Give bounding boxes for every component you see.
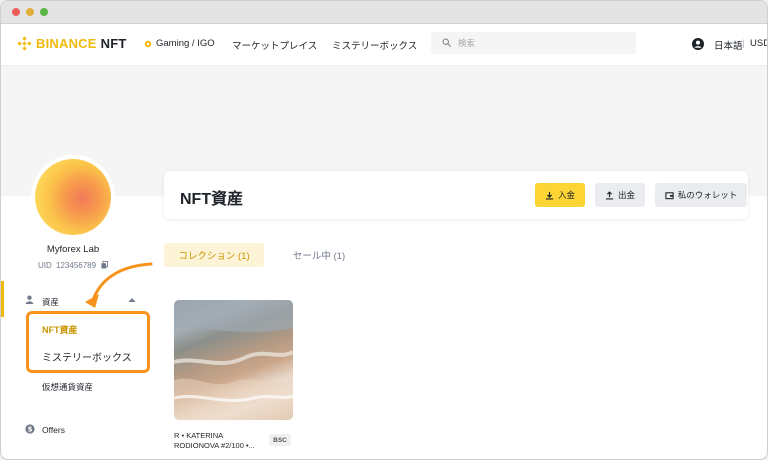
top-navbar: BINANCE NFT Gaming / IGO マーケットプレイス ミステリー… (1, 24, 767, 66)
my-wallet-button[interactable]: 私のウォレット (655, 183, 747, 207)
nav-gaming-label: Gaming / IGO (156, 38, 215, 49)
deposit-label: 入金 (557, 190, 575, 200)
game-icon (144, 40, 152, 47)
binance-logo-icon (17, 36, 32, 51)
nft-name-line1: R • KATERINA (174, 431, 224, 440)
nav-marketplace[interactable]: マーケットプレイス (232, 38, 317, 52)
search-icon (442, 38, 451, 47)
tab-collection[interactable]: コレクション (1) (164, 243, 264, 267)
user-account-icon[interactable] (692, 38, 704, 50)
browser-window: BINANCE NFT Gaming / IGO マーケットプレイス ミステリー… (0, 0, 768, 460)
avatar-frame (31, 155, 115, 239)
offers-icon: $ (25, 424, 35, 434)
page-title: NFT資産 (180, 191, 244, 208)
nft-artwork (174, 300, 293, 420)
nav-mystery-box[interactable]: ミステリーボックス (332, 38, 417, 52)
wallet-icon (665, 191, 674, 199)
tab-on-sale[interactable]: セール中 (1) (279, 243, 359, 267)
currency-selector[interactable]: USD (750, 38, 767, 49)
download-icon (545, 191, 554, 200)
person-icon (25, 295, 34, 304)
assets-header-card: NFT資産 入金 出金 私のウォレット (164, 171, 748, 219)
nav-gaming-igo[interactable]: Gaming / IGO (144, 38, 215, 49)
binance-nft-logo[interactable]: BINANCE NFT (17, 36, 127, 51)
username: Myforex Lab (46, 244, 100, 255)
search-input[interactable]: 検索 (431, 32, 636, 54)
search-placeholder: 検索 (458, 38, 476, 48)
deposit-button[interactable]: 入金 (535, 183, 585, 207)
nft-name-line2: RODIONOVA #2/100 •... (174, 441, 255, 450)
my-wallet-label: 私のウォレット (677, 190, 738, 200)
withdraw-button[interactable]: 出金 (595, 183, 645, 207)
logo-brand-text: BINANCE (36, 36, 97, 51)
minimize-window-button[interactable] (26, 8, 34, 16)
sidebar-item-assets[interactable]: 資産 (42, 296, 59, 308)
annotation-highlight-box (26, 311, 150, 373)
nft-item-name[interactable]: R • KATERINA RODIONOVA #2/100 •... (174, 431, 274, 451)
language-selector[interactable]: 日本語 (714, 38, 743, 52)
sidebar-active-indicator (1, 281, 4, 317)
upload-icon (605, 190, 614, 200)
header-divider: | (742, 38, 745, 49)
avatar[interactable] (35, 159, 111, 235)
svg-text:$: $ (28, 426, 33, 434)
sidebar-item-offers[interactable]: Offers (42, 425, 65, 435)
nft-item-image[interactable] (174, 300, 293, 420)
close-window-button[interactable] (12, 8, 20, 16)
uid-label: UID (38, 261, 52, 270)
logo-product-text: NFT (100, 36, 127, 51)
withdraw-label: 出金 (617, 190, 635, 200)
annotation-arrow-icon (85, 262, 153, 308)
chain-badge: BSC (269, 434, 291, 446)
sidebar-item-crypto-assets[interactable]: 仮想通貨資産 (42, 381, 93, 393)
title-bar (1, 1, 767, 24)
maximize-window-button[interactable] (40, 8, 48, 16)
